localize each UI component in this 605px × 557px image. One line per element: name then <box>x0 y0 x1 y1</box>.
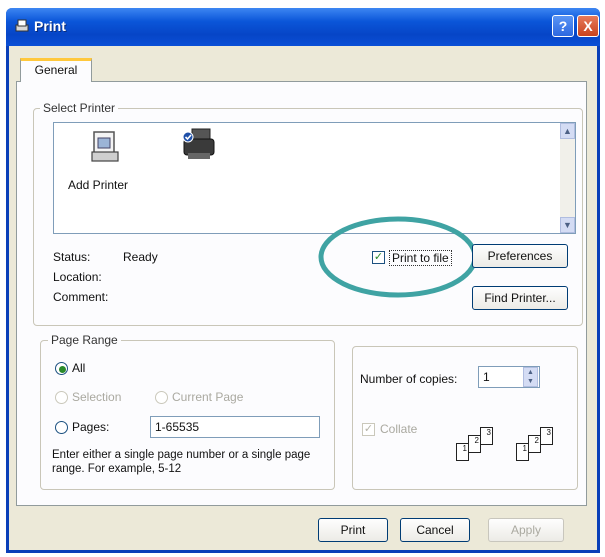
printer-icon[interactable] <box>180 127 218 163</box>
tab-general[interactable]: General <box>20 58 92 82</box>
radio-all[interactable] <box>55 362 68 375</box>
radio-all-label[interactable]: All <box>72 361 85 375</box>
copies-group <box>352 346 578 490</box>
add-printer-icon[interactable] <box>90 130 122 164</box>
close-button[interactable]: X <box>577 15 599 37</box>
cancel-button[interactable]: Cancel <box>400 518 470 542</box>
apply-button[interactable]: Apply <box>488 518 564 542</box>
page-range-hint: Enter either a single page number or a s… <box>52 449 311 475</box>
scroll-down-icon[interactable]: ▼ <box>560 217 575 233</box>
preferences-button[interactable]: Preferences <box>472 244 568 268</box>
comment-label: Comment: <box>53 290 109 304</box>
help-button[interactable]: ? <box>552 15 574 37</box>
collate-page-icon: 3 <box>540 427 553 445</box>
radio-selection[interactable] <box>55 391 68 404</box>
add-printer-label[interactable]: Add Printer <box>68 178 128 192</box>
select-printer-legend: Select Printer <box>40 101 119 115</box>
page-range-legend: Page Range <box>48 333 121 347</box>
copies-label: Number of copies: <box>360 372 458 386</box>
radio-current-page[interactable] <box>155 391 168 404</box>
find-printer-button[interactable]: Find Printer... <box>472 286 568 310</box>
radio-pages-label[interactable]: Pages: <box>72 420 109 434</box>
scroll-up-icon[interactable]: ▲ <box>560 123 575 139</box>
printer-list[interactable] <box>53 122 576 234</box>
collate-page-icon: 3 <box>480 427 493 445</box>
radio-selection-label[interactable]: Selection <box>72 390 121 404</box>
status-value: Ready <box>123 250 158 264</box>
title-bar[interactable] <box>6 8 600 46</box>
print-button[interactable]: Print <box>318 518 388 542</box>
printer-title-icon <box>15 19 29 32</box>
collate-label[interactable]: Collate <box>380 422 417 436</box>
window-title: Print <box>34 18 66 34</box>
radio-pages[interactable] <box>55 421 68 434</box>
status-label: Status: <box>53 250 91 264</box>
location-label: Location: <box>53 270 102 284</box>
pages-input[interactable]: 1-65535 <box>150 416 320 438</box>
collate-checkbox[interactable]: ✓ <box>362 423 375 436</box>
radio-current-page-label[interactable]: Current Page <box>172 390 243 404</box>
copies-spinner-icon[interactable]: ▲ ▼ <box>523 367 538 387</box>
highlight-ellipse <box>318 216 478 298</box>
